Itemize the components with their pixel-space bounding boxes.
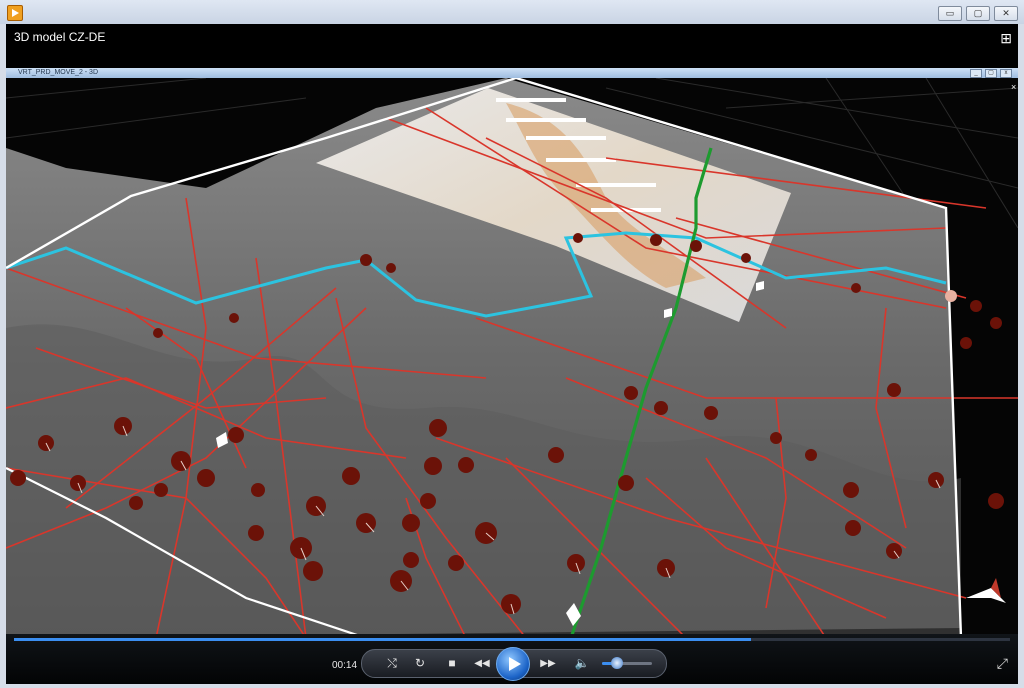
3d-terrain-svg: × (6, 78, 1018, 638)
close-button[interactable]: ✕ (994, 6, 1018, 21)
current-time: 00:14 (332, 660, 358, 671)
embedded-close-button: x (1000, 69, 1012, 78)
embedded-window-title: VRT_PRD_MOVE_2 - 3D (18, 69, 99, 76)
embedded-restore-button: ▢ (985, 69, 997, 78)
maximize-button[interactable]: ▢ (966, 6, 990, 21)
embedded-minimize-button: _ (970, 69, 982, 78)
play-button[interactable] (496, 647, 530, 681)
3d-geology-scene[interactable]: × (6, 78, 1018, 638)
volume-icon[interactable]: 🔈 (572, 650, 592, 677)
shuffle-icon[interactable]: ⤭ (382, 650, 402, 677)
volume-slider[interactable] (602, 662, 652, 665)
minimize-button[interactable]: ▭ (938, 6, 962, 21)
repeat-icon[interactable]: ↻ (410, 650, 430, 677)
playback-controls: 00:14 ⤭ ↻ ■ ◀◀ ▶▶ 🔈 ⤢ (6, 634, 1018, 684)
volume-knob[interactable] (611, 657, 623, 669)
fullscreen-icon[interactable]: ⤢ (997, 655, 1008, 672)
next-icon[interactable]: ▶▶ (534, 650, 562, 677)
seek-progress (14, 638, 752, 641)
video-title: 3D model CZ-DE (14, 30, 106, 44)
embedded-window-title-bar: VRT_PRD_MOVE_2 - 3D _ ▢ x (6, 68, 1018, 78)
scene-close-icon[interactable]: × (1011, 82, 1016, 92)
media-player-app-icon (7, 5, 23, 21)
transport-controls: ⤭ ↻ ■ ◀◀ ▶▶ 🔈 (361, 647, 667, 681)
window-controls: ▭ ▢ ✕ (938, 6, 1018, 21)
seek-bar[interactable] (14, 638, 1010, 641)
previous-icon[interactable]: ◀◀ (468, 650, 496, 677)
switch-to-library-icon[interactable]: ⊞ (1000, 30, 1012, 47)
video-player: 3D model CZ-DE ⊞ VRT_PRD_MOVE_2 - 3D _ ▢… (6, 24, 1018, 684)
stop-icon[interactable]: ■ (442, 650, 462, 677)
window-title-bar: ▭ ▢ ✕ (0, 0, 1024, 24)
embedded-window-controls: _ ▢ x (970, 69, 1012, 78)
